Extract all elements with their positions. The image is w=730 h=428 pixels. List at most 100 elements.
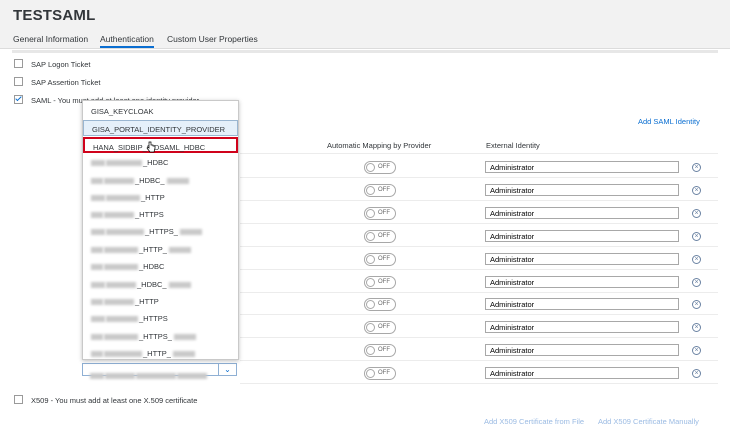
chevron-down-icon[interactable]: ⌄ xyxy=(218,363,237,376)
redacted-text xyxy=(168,247,191,254)
toggle-knob xyxy=(366,163,375,172)
remove-circle-icon[interactable]: × xyxy=(692,369,701,378)
dropdown-option[interactable]: _HTTPS xyxy=(83,206,238,222)
dropdown-option[interactable]: _HTTP_ xyxy=(83,345,238,361)
dropdown-option-label: _HTTPS xyxy=(139,314,168,323)
redacted-text xyxy=(179,229,202,236)
auto-mapping-toggle[interactable]: OFF xyxy=(364,230,396,243)
auto-mapping-toggle[interactable]: OFF xyxy=(364,321,396,334)
row-separator xyxy=(240,177,718,178)
dropdown-option[interactable]: _HDBC xyxy=(83,258,238,274)
redacted-text xyxy=(106,282,136,289)
dropdown-option[interactable]: _HTTPS_ xyxy=(83,223,238,239)
external-identity-input[interactable]: Administrator xyxy=(485,321,679,333)
identity-provider-dropdown: GISA_KEYCLOAK GISA_PORTAL_IDENTITY_PROVID… xyxy=(82,100,239,360)
identity-provider-select[interactable] xyxy=(82,363,237,379)
external-identity-input[interactable]: Administrator xyxy=(485,367,679,379)
hand-cursor-icon xyxy=(146,141,156,153)
auto-mapping-toggle[interactable]: OFF xyxy=(364,367,396,380)
redacted-text xyxy=(106,229,144,236)
section-divider xyxy=(12,50,718,53)
external-identity-input[interactable]: Administrator xyxy=(485,298,679,310)
toggle-label: OFF xyxy=(378,323,390,330)
tab-general-information[interactable]: General Information xyxy=(13,34,88,44)
app-header: TESTSAML General Information Authenticat… xyxy=(0,0,730,49)
remove-circle-icon[interactable]: × xyxy=(692,232,701,241)
redacted-text xyxy=(104,212,134,219)
redacted-text xyxy=(91,299,103,306)
add-x509-manually-link[interactable]: Add X509 Certificate Manually xyxy=(598,417,699,426)
external-identity-input[interactable]: Administrator xyxy=(485,276,679,288)
toggle-label: OFF xyxy=(378,232,390,239)
header-separator xyxy=(240,153,718,154)
auto-mapping-toggle[interactable]: OFF xyxy=(364,276,396,289)
dropdown-option[interactable]: GISA_KEYCLOAK xyxy=(83,103,238,119)
remove-circle-icon[interactable]: × xyxy=(692,186,701,195)
remove-circle-icon[interactable]: × xyxy=(692,323,701,332)
toggle-label: OFF xyxy=(378,300,390,307)
toggle-knob xyxy=(366,209,375,218)
checkbox-sap-assertion-ticket[interactable] xyxy=(14,77,23,86)
redacted-text xyxy=(104,247,138,254)
remove-circle-icon[interactable]: × xyxy=(692,346,701,355)
external-identity-input[interactable]: Administrator xyxy=(485,230,679,242)
add-saml-identity-link[interactable]: Add SAML Identity xyxy=(638,117,700,126)
tab-bar: General Information Authentication Custo… xyxy=(0,32,730,48)
remove-circle-icon[interactable]: × xyxy=(692,255,701,264)
dropdown-option[interactable]: _HTTP_ xyxy=(83,241,238,257)
external-identity-input[interactable]: Administrator xyxy=(485,253,679,265)
dropdown-option[interactable]: _HTTP xyxy=(83,189,238,205)
auto-mapping-toggle[interactable]: OFF xyxy=(364,298,396,311)
redacted-text xyxy=(104,178,134,185)
external-identity-input[interactable]: Administrator xyxy=(485,344,679,356)
redacted-text xyxy=(91,334,103,341)
dropdown-option[interactable]: _HTTPS xyxy=(83,310,238,326)
row-separator xyxy=(240,314,718,315)
tab-custom-user-properties[interactable]: Custom User Properties xyxy=(167,34,258,44)
auto-mapping-toggle[interactable]: OFF xyxy=(364,184,396,197)
dropdown-option[interactable]: HANA_SIDBIP_SIDSAML_HDBC xyxy=(83,137,238,153)
row-separator xyxy=(240,200,718,201)
checkbox-saml[interactable] xyxy=(14,95,23,104)
redacted-text xyxy=(91,160,105,167)
external-identity-input[interactable]: Administrator xyxy=(485,184,679,196)
redacted-text xyxy=(91,351,103,358)
remove-circle-icon[interactable]: × xyxy=(692,278,701,287)
dropdown-option-label: GISA_KEYCLOAK xyxy=(91,107,154,116)
dropdown-option-label: GISA_PORTAL_IDENTITY_PROVIDER xyxy=(92,125,226,134)
dropdown-option[interactable]: _HDBC_ xyxy=(83,276,238,292)
remove-circle-icon[interactable]: × xyxy=(692,209,701,218)
checkbox-sap-logon-ticket[interactable] xyxy=(14,59,23,68)
auto-mapping-toggle[interactable]: OFF xyxy=(364,207,396,220)
sap-logon-ticket-option[interactable]: SAP Logon Ticket xyxy=(14,59,90,69)
dropdown-option-label: _HDBC_ xyxy=(137,280,167,289)
auto-mapping-toggle[interactable]: OFF xyxy=(364,161,396,174)
redacted-text xyxy=(91,264,103,271)
checkbox-x509[interactable] xyxy=(14,395,23,404)
remove-circle-icon[interactable]: × xyxy=(692,163,701,172)
dropdown-option[interactable]: GISA_PORTAL_IDENTITY_PROVIDER xyxy=(83,120,238,136)
auto-mapping-toggle[interactable]: OFF xyxy=(364,344,396,357)
redacted-text xyxy=(91,178,103,185)
tab-authentication[interactable]: Authentication xyxy=(100,34,154,48)
redacted-text xyxy=(91,212,103,219)
dropdown-option[interactable]: _HDBC xyxy=(83,154,238,170)
sap-logon-ticket-label: SAP Logon Ticket xyxy=(31,60,91,69)
dropdown-option-label: _HTTP_ xyxy=(143,349,171,358)
toggle-label: OFF xyxy=(378,369,390,376)
dropdown-option[interactable]: _HTTP xyxy=(83,293,238,309)
redacted-text xyxy=(91,316,105,323)
x509-option[interactable]: X509 - You must add at least one X.509 c… xyxy=(14,395,197,405)
add-x509-from-file-link[interactable]: Add X509 Certificate from File xyxy=(484,417,584,426)
external-identity-input[interactable]: Administrator xyxy=(485,161,679,173)
remove-circle-icon[interactable]: × xyxy=(692,300,701,309)
auto-mapping-toggle[interactable]: OFF xyxy=(364,253,396,266)
sap-assertion-ticket-option[interactable]: SAP Assertion Ticket xyxy=(14,77,100,87)
toggle-label: OFF xyxy=(378,186,390,193)
dropdown-option[interactable]: _HTTPS_ xyxy=(83,328,238,344)
dropdown-option[interactable]: _HDBC_ xyxy=(83,172,238,188)
toggle-knob xyxy=(366,278,375,287)
row-separator xyxy=(240,337,718,338)
external-identity-input[interactable]: Administrator xyxy=(485,207,679,219)
dropdown-option-label: _HTTPS_ xyxy=(145,227,178,236)
